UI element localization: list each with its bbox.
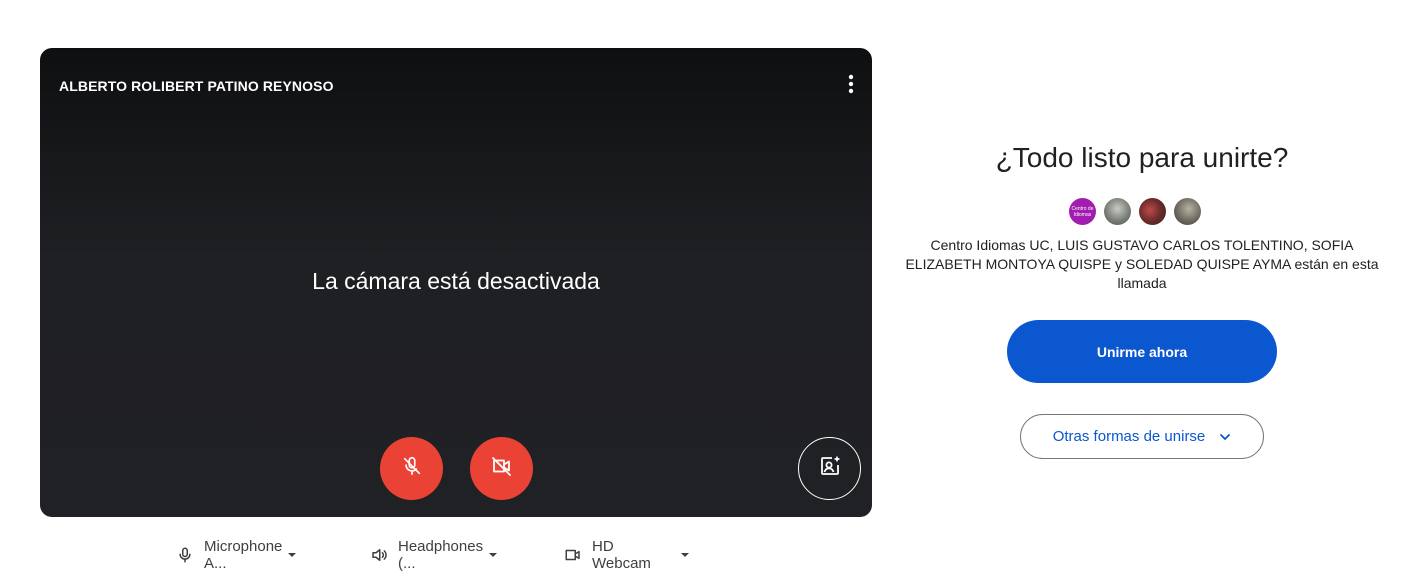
mic-off-icon bbox=[401, 455, 423, 482]
mic-icon bbox=[176, 546, 194, 564]
video-preview: ALBERTO ROLIBERT PATINO REYNOSO La cámar… bbox=[40, 48, 872, 517]
other-ways-to-join-button[interactable]: Otras formas de unirse bbox=[1020, 414, 1264, 459]
microphone-select[interactable]: Microphone A... bbox=[176, 538, 297, 572]
caret-down-icon bbox=[288, 553, 297, 557]
speaker-select[interactable]: Headphones (... bbox=[370, 538, 498, 572]
chevron-down-icon bbox=[1219, 433, 1231, 441]
speaker-icon bbox=[370, 546, 388, 564]
videocam-off-icon bbox=[490, 454, 514, 483]
more-vert-icon bbox=[848, 74, 854, 99]
participant-avatars: Centro de Idiomas bbox=[1069, 198, 1201, 225]
visual-effects-icon bbox=[818, 454, 842, 483]
join-now-button[interactable]: Unirme ahora bbox=[1007, 320, 1277, 383]
camera-select[interactable]: HD Webcam bbox=[564, 538, 689, 572]
microphone-select-label: Microphone A... bbox=[204, 538, 283, 572]
caret-down-icon bbox=[680, 553, 689, 557]
avatar bbox=[1104, 198, 1131, 225]
toggle-microphone-button[interactable] bbox=[380, 437, 443, 500]
camera-select-label: HD Webcam bbox=[592, 538, 651, 572]
camera-off-message: La cámara está desactivada bbox=[312, 268, 600, 294]
speaker-select-label: Headphones (... bbox=[398, 538, 484, 572]
caret-down-icon bbox=[489, 553, 498, 557]
self-name-label: ALBERTO ROLIBERT PATINO REYNOSO bbox=[59, 78, 334, 94]
other-ways-label: Otras formas de unirse bbox=[1052, 428, 1206, 445]
meet-prejoin-screen: ALBERTO ROLIBERT PATINO REYNOSO La cámar… bbox=[0, 0, 1414, 582]
preview-more-options-button[interactable] bbox=[814, 72, 854, 100]
avatar bbox=[1174, 198, 1201, 225]
avatar: Centro de Idiomas bbox=[1069, 198, 1096, 225]
toggle-camera-button[interactable] bbox=[470, 437, 533, 500]
participants-in-call-text: Centro Idiomas UC, LUIS GUSTAVO CARLOS T… bbox=[905, 237, 1379, 291]
videocam-icon bbox=[564, 546, 582, 564]
avatar-text: Centro de Idiomas bbox=[1071, 205, 1094, 218]
avatar bbox=[1139, 198, 1166, 225]
apply-visual-effects-button[interactable] bbox=[798, 437, 861, 500]
ready-to-join-title: ¿Todo listo para unirte? bbox=[995, 142, 1289, 173]
